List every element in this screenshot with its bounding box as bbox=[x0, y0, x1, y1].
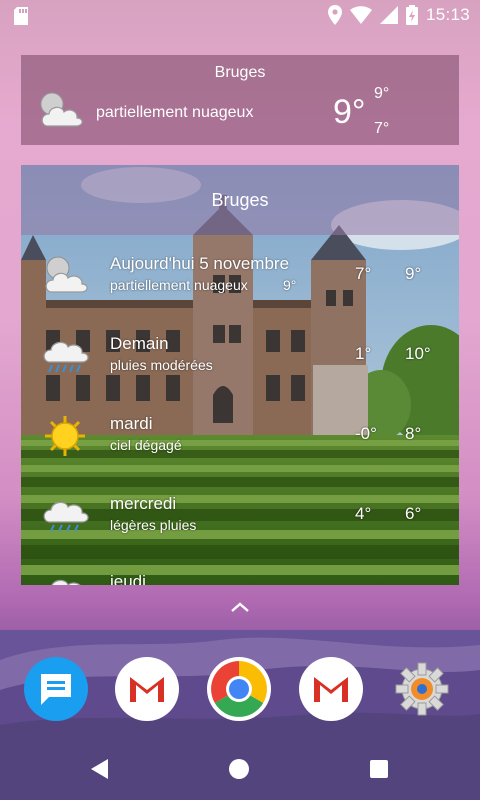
chrome-app-icon[interactable] bbox=[207, 657, 271, 721]
forecast-high: 9° bbox=[405, 264, 422, 283]
location-icon bbox=[327, 5, 342, 25]
forecast-header: Bruges bbox=[21, 165, 459, 235]
forecast-desc: pluies modérées bbox=[110, 357, 213, 373]
gmail-icon bbox=[314, 677, 348, 702]
weather-widget-small[interactable]: Bruges partiellement nuageux 9° 9° 7° bbox=[21, 55, 459, 145]
forecast-row[interactable]: mardi ciel dégagé -0° 8° bbox=[21, 414, 459, 494]
back-icon[interactable] bbox=[90, 758, 110, 780]
settings-icon bbox=[395, 662, 449, 716]
battery-charging-icon bbox=[405, 5, 418, 25]
forecast-desc: partiellement nuageux bbox=[110, 277, 248, 293]
partly-cloudy-icon bbox=[45, 256, 88, 293]
forecast-day: mardi bbox=[110, 414, 153, 433]
forecast-high: 6° bbox=[405, 504, 422, 523]
forecast-row[interactable]: Demain pluies modérées 1° 10° bbox=[21, 334, 459, 414]
widget-current-temp: 9° bbox=[333, 93, 366, 131]
chrome-icon bbox=[211, 661, 267, 717]
partly-cloudy-icon bbox=[40, 92, 83, 127]
forecast-high: 8° bbox=[405, 424, 422, 443]
forecast-row[interactable]: Aujourd'hui 5 novembre partiellement nua… bbox=[21, 254, 459, 334]
status-bar: 15:13 bbox=[0, 0, 480, 32]
sun-icon bbox=[45, 416, 85, 456]
gmail-app-icon[interactable] bbox=[115, 657, 179, 721]
widget-condition: partiellement nuageux bbox=[96, 104, 254, 121]
gmail-app-icon-2[interactable] bbox=[299, 657, 363, 721]
forecast-desc: légères pluies bbox=[110, 517, 197, 533]
messages-icon bbox=[41, 674, 71, 705]
rain-cloud-icon bbox=[43, 501, 89, 532]
gmail-icon bbox=[130, 677, 164, 702]
cloud-icon bbox=[51, 579, 81, 585]
forecast-low: 1° bbox=[355, 344, 372, 363]
weather-widget-forecast[interactable]: Bruges Aujourd'hui 5 novembre partiellem… bbox=[21, 165, 459, 585]
status-time: 15:13 bbox=[425, 5, 470, 24]
forecast-current-temp: 9° bbox=[283, 277, 297, 293]
forecast-low: 4° bbox=[355, 504, 372, 523]
forecast-low: -0° bbox=[355, 424, 377, 443]
forecast-high: 10° bbox=[405, 344, 431, 363]
forecast-day: Aujourd'hui 5 novembre bbox=[110, 254, 290, 273]
forecast-desc: ciel dégagé bbox=[110, 437, 182, 453]
forecast-day: mercredi bbox=[110, 494, 177, 513]
forecast-day: jeudi bbox=[110, 572, 146, 585]
forecast-day: Demain bbox=[110, 334, 169, 353]
forecast-city: Bruges bbox=[211, 190, 269, 210]
messages-app-icon[interactable] bbox=[24, 657, 88, 721]
forecast-row[interactable]: jeudi bbox=[21, 572, 459, 585]
recents-button[interactable] bbox=[370, 760, 388, 778]
chevron-up-icon[interactable] bbox=[229, 600, 251, 614]
widget-city: Bruges bbox=[214, 64, 266, 81]
forecast-low: 7° bbox=[355, 264, 372, 283]
widget-low-temp: 7° bbox=[374, 120, 390, 137]
widget-high-temp: 9° bbox=[374, 85, 390, 102]
signal-icon bbox=[379, 6, 398, 24]
sd-card-icon bbox=[14, 7, 28, 25]
rain-cloud-icon bbox=[43, 341, 89, 373]
settings-app-icon[interactable] bbox=[390, 657, 454, 721]
wifi-icon bbox=[349, 6, 372, 24]
home-button[interactable] bbox=[229, 759, 249, 779]
forecast-row[interactable]: mercredi légères pluies 4° 6° bbox=[21, 494, 459, 574]
